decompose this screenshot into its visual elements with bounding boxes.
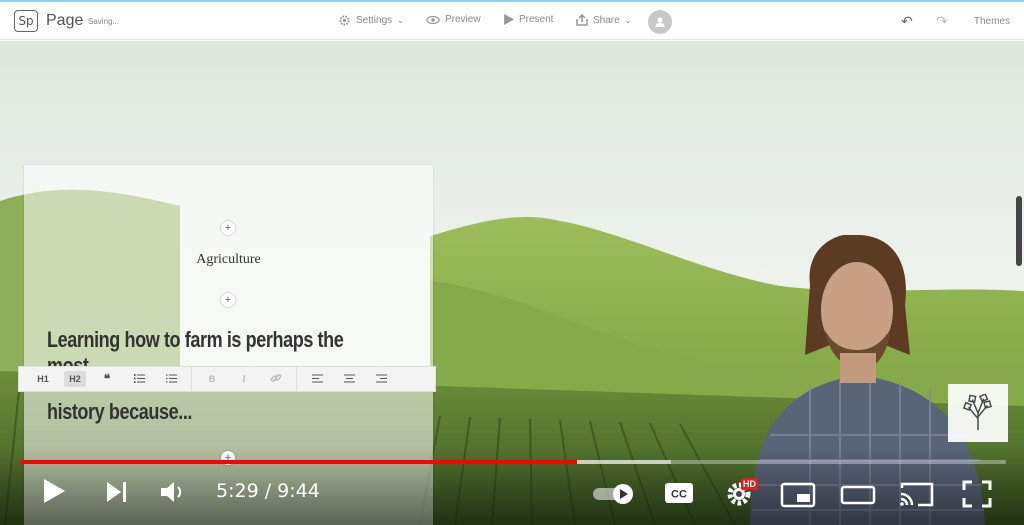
- app-toolbar: Sp Page Saving... Settings ⌄ Preview Pre…: [0, 0, 1024, 40]
- cc-icon[interactable]: CC: [664, 482, 694, 504]
- cast-icon[interactable]: [898, 480, 936, 508]
- video-timecode: 5:29 / 9:44: [216, 480, 320, 502]
- page-title: Page: [46, 12, 84, 29]
- redo-icon[interactable]: ↷: [936, 13, 948, 30]
- toolbar-divider: [296, 366, 297, 392]
- volume-icon[interactable]: [160, 480, 186, 504]
- gear-icon: [339, 15, 350, 26]
- progress-played: [20, 460, 578, 464]
- present-label: Present: [519, 14, 554, 25]
- add-block-icon[interactable]: +: [221, 293, 235, 307]
- align-right-icon[interactable]: [365, 374, 397, 385]
- bold-button[interactable]: B: [196, 374, 228, 384]
- collaborator-avatar[interactable]: [648, 10, 672, 34]
- fullscreen-icon[interactable]: [962, 480, 992, 508]
- themes-button[interactable]: Themes: [974, 16, 1010, 27]
- h2-button[interactable]: H2: [64, 371, 86, 387]
- scrollbar-thumb[interactable]: [1016, 196, 1022, 266]
- share-label: Share: [593, 14, 620, 26]
- format-toolbar: H1 H2 ❝ B I: [18, 366, 436, 392]
- save-status: Saving...: [88, 17, 120, 26]
- app-logo[interactable]: Sp: [14, 10, 38, 32]
- miniplayer-icon[interactable]: [780, 482, 816, 508]
- headline-line-2[interactable]: history because...: [47, 399, 192, 425]
- play-triangle-icon: [504, 14, 514, 25]
- ordered-list-icon[interactable]: [123, 373, 155, 385]
- present-button[interactable]: Present: [503, 14, 553, 25]
- settings-label: Settings: [356, 15, 393, 26]
- share-icon: [576, 14, 588, 26]
- preview-button[interactable]: Preview: [426, 14, 481, 25]
- settings-menu[interactable]: Settings ⌄: [338, 14, 404, 27]
- share-menu[interactable]: Share ⌄: [576, 14, 631, 26]
- add-block-icon[interactable]: +: [221, 221, 235, 235]
- eye-icon: [426, 15, 440, 24]
- h1-button[interactable]: H1: [27, 374, 59, 384]
- theater-icon[interactable]: [840, 482, 876, 508]
- italic-button[interactable]: I: [228, 374, 260, 384]
- undo-icon[interactable]: ↶: [901, 13, 913, 30]
- quote-button[interactable]: ❝: [91, 372, 123, 386]
- chevron-down-icon: ⌄: [624, 15, 632, 25]
- preview-label: Preview: [445, 14, 481, 25]
- next-icon[interactable]: [106, 481, 128, 503]
- link-icon[interactable]: [260, 372, 292, 386]
- user-icon: [655, 17, 665, 27]
- hd-badge: HD: [741, 478, 758, 490]
- channel-watermark[interactable]: [948, 384, 1008, 442]
- chevron-down-icon: ⌄: [397, 16, 404, 25]
- progress-bar[interactable]: [20, 460, 1006, 464]
- play-icon[interactable]: [42, 478, 66, 504]
- autoplay-toggle-icon[interactable]: [592, 483, 636, 505]
- align-center-icon[interactable]: [333, 374, 365, 385]
- tree-logo-icon: [962, 394, 992, 431]
- video-player-controls: 5:29 / 9:44 CC HD: [0, 448, 1024, 525]
- bullet-list-icon[interactable]: [155, 373, 187, 385]
- svg-text:CC: CC: [671, 489, 687, 501]
- align-left-icon[interactable]: [301, 374, 333, 385]
- toolbar-divider: [191, 366, 192, 392]
- section-heading[interactable]: Agriculture: [24, 252, 433, 268]
